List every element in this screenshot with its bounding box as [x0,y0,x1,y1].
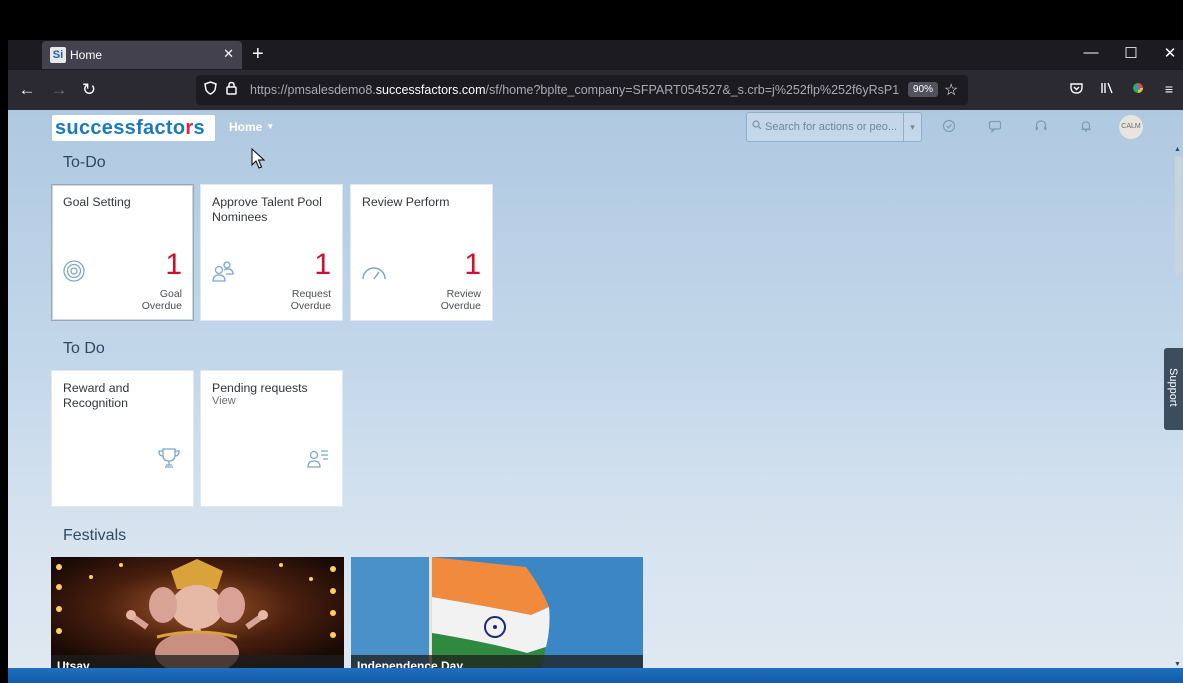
menu-icon[interactable]: ≡ [1159,81,1179,97]
chat-icon[interactable] [985,119,1005,136]
people-icon [211,259,237,285]
tile-reward-and-recognition[interactable]: Reward and Recognition [51,370,194,507]
avatar[interactable]: CALM [1119,115,1143,139]
reload-icon[interactable]: ↻ [78,80,100,100]
section-title-festivals: Festivals [63,527,127,544]
tile-unit: Review Overdue [440,288,481,312]
scroll-up-icon[interactable]: ▲ [1174,146,1181,153]
tile-pending-requests[interactable]: Pending requests View [200,370,343,507]
browser-tab-bar: Si Home ✕ + — ☐ ✕ [8,40,1183,70]
successfactors-home-page: successfactors Home▼ ▾ CALM To-Do Goal S… [8,110,1183,668]
search-box[interactable]: ▾ [746,112,922,142]
library-icon[interactable] [1097,81,1117,97]
tile-unit: Request Overdue [290,288,331,312]
trophy-icon [157,446,181,470]
screen: Si Home ✕ + — ☐ ✕ ← → ↻ https://pmsalesd… [0,0,1183,683]
chevron-down-icon: ▼ [266,122,275,131]
scroll-down-icon[interactable]: ▼ [1174,661,1181,668]
minimize-icon[interactable]: — [1076,44,1106,61]
forward-icon[interactable]: → [48,80,70,100]
new-tab-button[interactable]: + [252,43,264,65]
successfactors-favicon-icon: Si [50,47,66,63]
zoom-level-badge[interactable]: 90% [908,82,939,97]
section-title-to-do: To-Do [63,154,106,171]
scrollbar-thumb[interactable] [1175,156,1182,276]
festival-image-india-flag [351,557,643,668]
star-icon[interactable]: ☆ [944,80,958,100]
home-menu-button[interactable]: Home ▼ [229,120,274,134]
tile-subtitle: View [212,395,236,407]
festival-caption: Utsav [51,655,344,668]
os-taskbar [8,668,1183,683]
tile-title: Goal Setting [63,195,131,209]
tab-title: Home [70,48,103,62]
extension-icon[interactable] [1128,81,1148,98]
pocket-icon[interactable] [1066,81,1086,97]
lock-icon[interactable] [226,81,237,98]
maximize-icon[interactable]: ☐ [1116,44,1146,62]
tile-goal-setting[interactable]: Goal Setting 1 Goal Overdue [51,184,194,321]
search-icon [752,120,762,133]
back-icon[interactable]: ← [16,80,38,100]
tile-unit: Goal Overdue [141,288,182,312]
checkmark-circle-icon[interactable] [939,119,959,136]
tile-review-perform[interactable]: Review Perform 1 Review Overdue [350,184,493,321]
festival-card-independence-day[interactable]: Independence Day [351,557,643,668]
gauge-icon [361,259,387,285]
headset-icon[interactable] [1031,119,1051,136]
tile-title: Review Perform [362,195,450,209]
tile-title: Approve Talent Pool Nominees [212,195,322,224]
url-text[interactable]: https://pmsalesdemo8.successfactors.com/… [250,83,900,97]
festival-caption: Independence Day [351,655,643,668]
close-window-icon[interactable]: ✕ [1155,44,1183,62]
shield-icon[interactable] [204,81,217,98]
target-icon [62,259,88,285]
search-scope-dropdown[interactable]: ▾ [903,113,921,141]
festival-image-ganesha [51,557,344,668]
url-bar[interactable]: https://pmsalesdemo8.successfactors.com/… [196,75,968,105]
search-input[interactable] [765,119,901,135]
person-list-icon [306,446,330,470]
tile-count: 1 [314,248,331,281]
tile-count: 1 [464,248,481,281]
tile-title: Reward and Recognition [63,381,130,410]
section-title-to-do-2: To Do [63,340,105,357]
tile-title: Pending requests [212,381,308,395]
tile-approve-talent-pool-nominees[interactable]: Approve Talent Pool Nominees 1 Request Ov… [200,184,343,321]
browser-nav-bar: ← → ↻ https://pmsalesdemo8.successfactor… [8,70,1183,110]
festival-card-utsav[interactable]: Utsav [51,557,344,668]
bell-icon[interactable] [1076,119,1096,136]
close-tab-icon[interactable]: ✕ [223,46,234,62]
successfactors-logo[interactable]: successfactors [52,115,215,141]
browser-tab[interactable]: Si Home ✕ [42,41,242,69]
mouse-cursor-icon [251,147,266,175]
page-scrollbar[interactable]: ▲ ▼ [1174,146,1183,668]
tile-count: 1 [165,248,182,281]
